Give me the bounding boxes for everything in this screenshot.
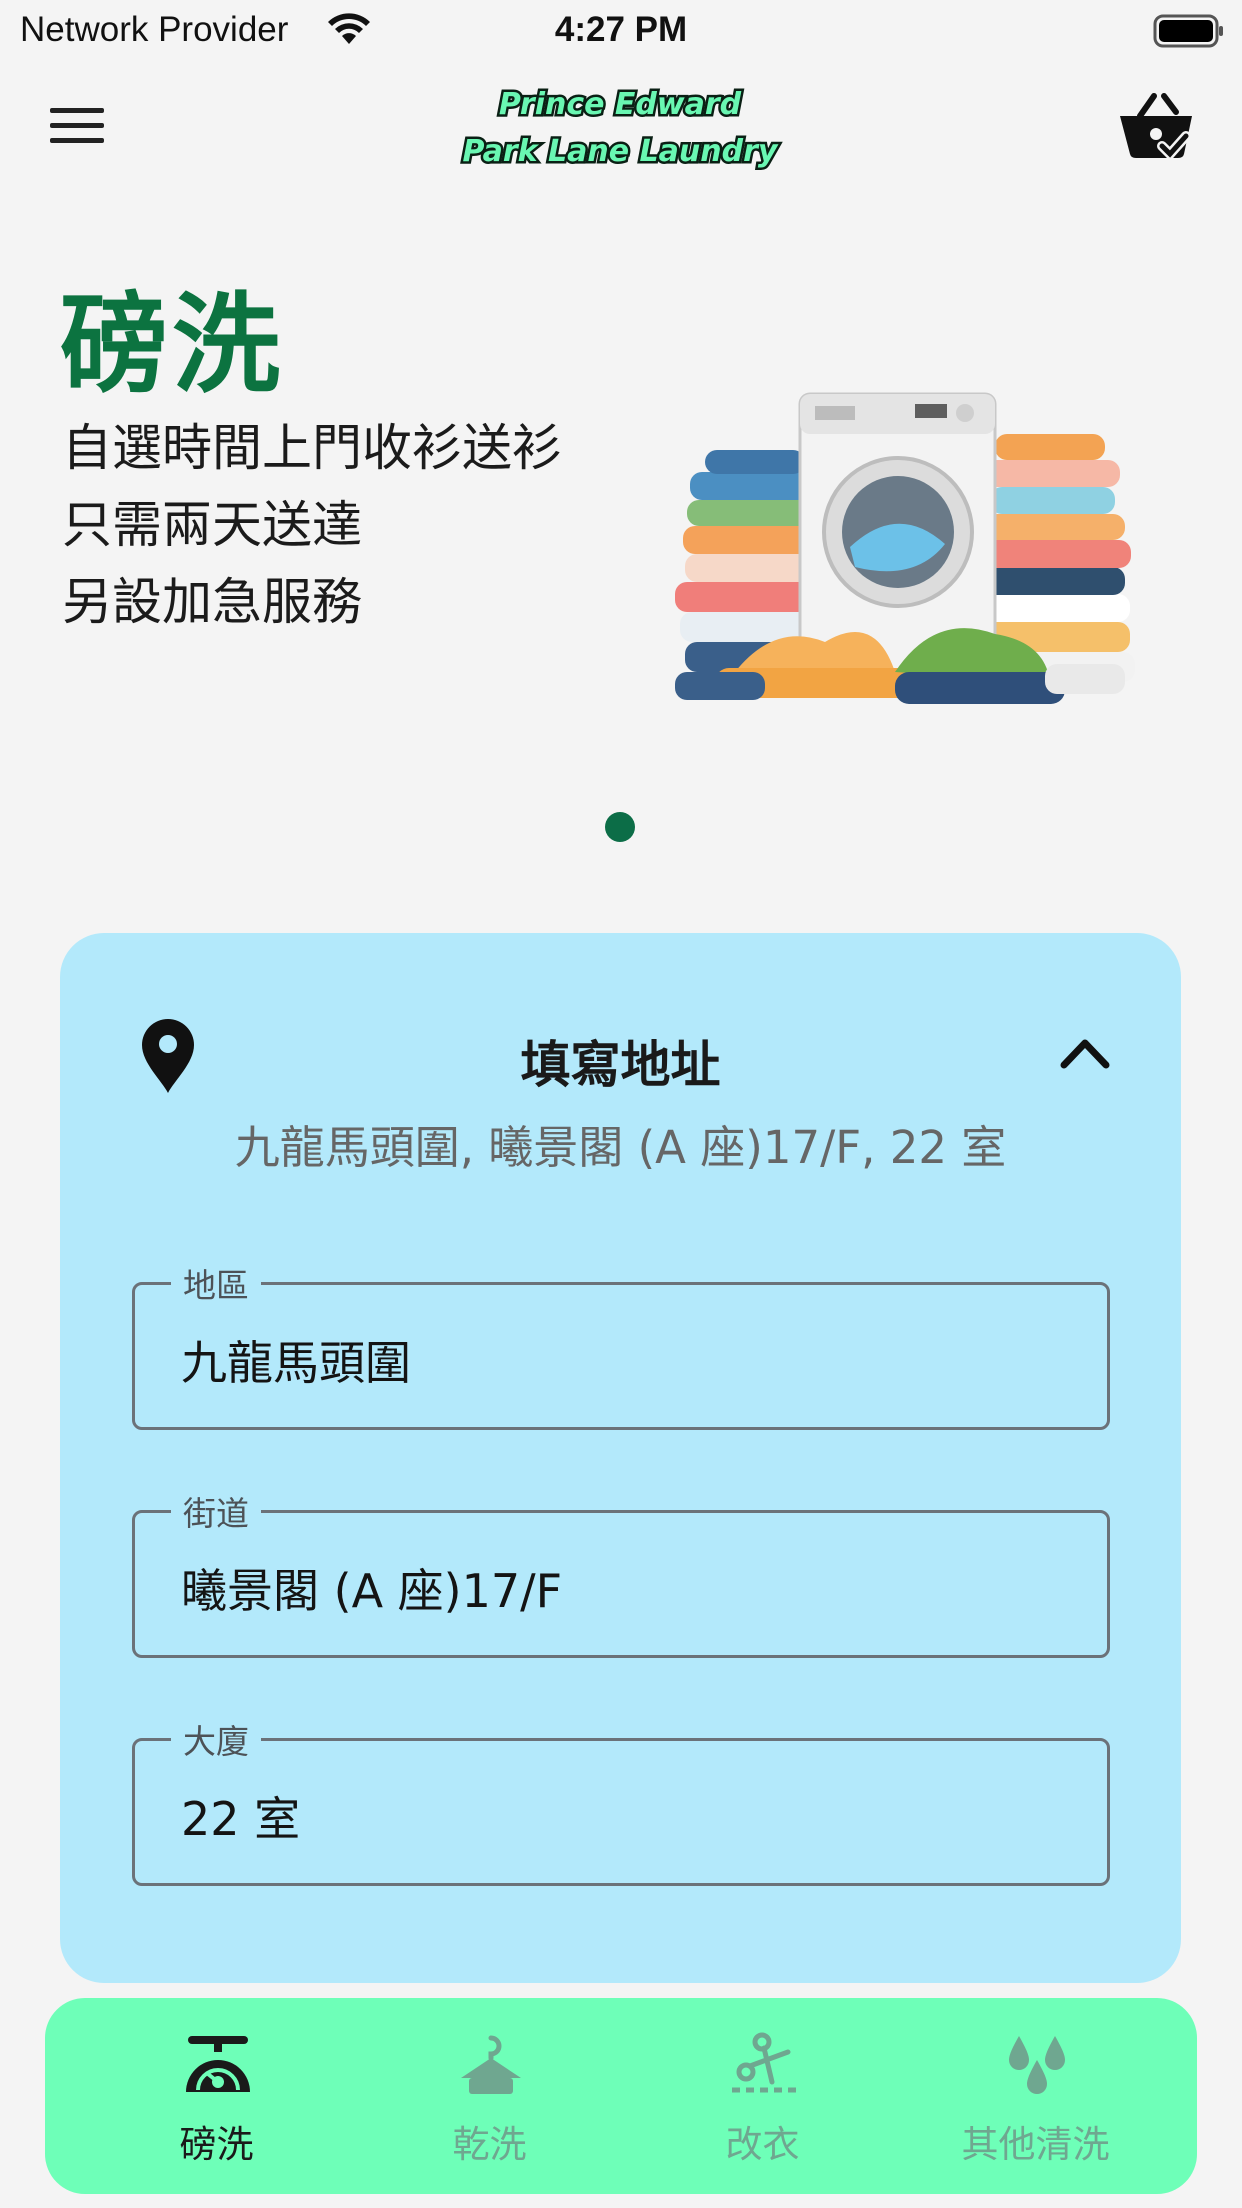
- basket-check-icon[interactable]: [1118, 90, 1196, 162]
- hero-line-3: 另設加急服務: [62, 573, 362, 631]
- district-field[interactable]: 地區 九龍馬頭圍: [132, 1259, 1110, 1430]
- hero-title: 磅洗: [60, 283, 285, 408]
- washing-machine-illustration: [675, 392, 1135, 704]
- hero-line-2: 只需兩天送達: [62, 496, 362, 554]
- nav-item-alterations[interactable]: 改衣: [626, 1998, 899, 2194]
- nav-label-dry-clean: 乾洗: [452, 2123, 527, 2166]
- hanger-icon: [461, 2035, 521, 2094]
- hero-line-1: 自選時間上門收衫送衫: [62, 419, 562, 477]
- bottom-nav: 磅洗 乾洗 改衣 其他清洗: [45, 1998, 1197, 2194]
- chevron-up-icon[interactable]: [1060, 1037, 1110, 1069]
- status-bar: Network Provider 4:27 PM: [0, 0, 1242, 62]
- building-field[interactable]: 大廈 22 室: [132, 1715, 1110, 1886]
- clock: 4:27 PM: [554, 10, 688, 49]
- building-field-value[interactable]: 22 室: [181, 1783, 300, 1849]
- nav-item-wash-by-weight[interactable]: 磅洗: [80, 1998, 353, 2194]
- nav-label-alterations: 改衣: [725, 2123, 800, 2166]
- app-logo: Prince Edward Park Lane Laundry: [460, 85, 781, 172]
- address-card: 填寫地址 九龍馬頭圍, 曦景閣 (A 座)17/F, 22 室 地區 九龍馬頭圍…: [60, 933, 1181, 1983]
- street-field-value[interactable]: 曦景閣 (A 座)17/F: [181, 1555, 562, 1621]
- nav-label-wash-by-weight: 磅洗: [179, 2123, 254, 2166]
- battery-icon: [1153, 14, 1223, 48]
- carousel-page-indicator[interactable]: [605, 812, 635, 842]
- nav-item-other-cleaning[interactable]: 其他清洗: [899, 1998, 1172, 2194]
- street-field-label: 街道: [171, 1487, 261, 1535]
- district-field-label: 地區: [171, 1259, 261, 1307]
- scissors-icon: [732, 2032, 796, 2093]
- address-summary: 九龍馬頭圍, 曦景閣 (A 座)17/F, 22 室: [234, 1121, 1007, 1174]
- district-field-value[interactable]: 九龍馬頭圍: [181, 1327, 411, 1393]
- hamburger-menu-icon[interactable]: [50, 106, 106, 146]
- water-drops-icon: [1009, 2036, 1065, 2094]
- nav-item-dry-clean[interactable]: 乾洗: [353, 1998, 626, 2194]
- street-field[interactable]: 街道 曦景閣 (A 座)17/F: [132, 1487, 1110, 1658]
- scale-icon: [186, 2036, 250, 2092]
- logo-line-2: Park Lane Laundry: [463, 134, 779, 169]
- building-field-label: 大廈: [171, 1715, 261, 1763]
- nav-label-other-cleaning: 其他清洗: [961, 2123, 1110, 2166]
- hero-description: 自選時間上門收衫送衫 只需兩天送達 另設加急服務: [62, 410, 562, 641]
- logo-line-1: Prince Edward: [499, 87, 742, 122]
- address-card-title: 填寫地址: [520, 1036, 721, 1094]
